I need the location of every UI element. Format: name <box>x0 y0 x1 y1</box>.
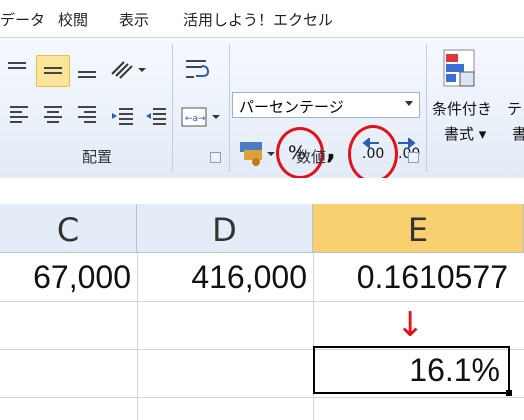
cell-d-value[interactable]: 416,000 <box>137 259 307 296</box>
align-bottom-icon[interactable] <box>74 58 100 82</box>
highlight-circle-decimal <box>348 125 398 183</box>
svg-text:←a→: ←a→ <box>185 114 206 124</box>
group-separator <box>229 44 230 172</box>
formula-bar-area <box>0 178 524 204</box>
cell-c-value[interactable]: 67,000 <box>0 259 131 296</box>
ribbon-tab-bar: データ 校閲 表示 活用しよう！エクセル <box>0 0 524 37</box>
ribbon: ←a→ 配置 パーセンテージ % , .00 .00 数値 条件付き 書式 ▾ … <box>0 37 524 183</box>
cell-e-value[interactable]: 0.1610577 <box>313 259 508 296</box>
number-format-value: パーセンテージ <box>239 98 344 116</box>
tab-review[interactable]: 校閲 <box>58 9 88 30</box>
align-top-icon[interactable] <box>4 58 30 82</box>
column-header-c[interactable]: C <box>0 204 137 252</box>
align-right-icon[interactable] <box>74 104 100 128</box>
alignment-dialog-launcher-icon[interactable] <box>210 152 221 163</box>
merge-center-icon[interactable]: ←a→ <box>180 105 224 129</box>
conditional-formatting-sub: 書式 ▾ <box>444 125 487 143</box>
comma-style-button[interactable]: , <box>326 136 336 166</box>
decrease-indent-icon[interactable] <box>110 104 136 128</box>
tab-katsuyou-excel[interactable]: 活用しよう！エクセル <box>183 9 333 30</box>
number-format-select[interactable]: パーセンテージ <box>232 92 420 118</box>
cell-e-percent: 16.1% <box>409 352 500 388</box>
format-as-table-button[interactable]: テ <box>507 98 522 119</box>
down-arrow-icon: ↓ <box>396 305 425 345</box>
conditional-formatting-icon[interactable] <box>440 46 482 92</box>
wrap-text-icon[interactable] <box>182 56 212 86</box>
worksheet-grid: 67,000 416,000 0.1610577 ↓ 16.1% <box>0 253 524 420</box>
accounting-format-icon[interactable] <box>236 138 280 168</box>
format-as-table-sub: 書 <box>512 125 524 143</box>
increase-indent-icon[interactable] <box>142 104 168 128</box>
tab-data[interactable]: データ <box>0 9 45 30</box>
alignment-group-label: 配置 <box>82 148 113 166</box>
number-group-label: 数値 <box>296 148 327 166</box>
column-header-d[interactable]: D <box>137 204 313 252</box>
number-dialog-launcher-icon[interactable] <box>408 152 419 163</box>
align-middle-icon[interactable] <box>36 55 70 87</box>
align-center-icon[interactable] <box>40 104 66 128</box>
column-headers: C D E <box>0 204 524 253</box>
group-separator <box>172 44 173 172</box>
orientation-icon[interactable] <box>108 56 148 80</box>
fill-handle[interactable] <box>506 390 512 396</box>
column-header-e[interactable]: E <box>313 204 524 252</box>
group-separator <box>426 44 427 172</box>
tab-view[interactable]: 表示 <box>119 9 149 30</box>
active-cell[interactable]: 16.1% <box>313 346 510 394</box>
conditional-formatting-button[interactable]: 条件付き <box>432 98 492 119</box>
chevron-down-icon <box>405 101 413 106</box>
align-left-icon[interactable] <box>6 104 32 128</box>
